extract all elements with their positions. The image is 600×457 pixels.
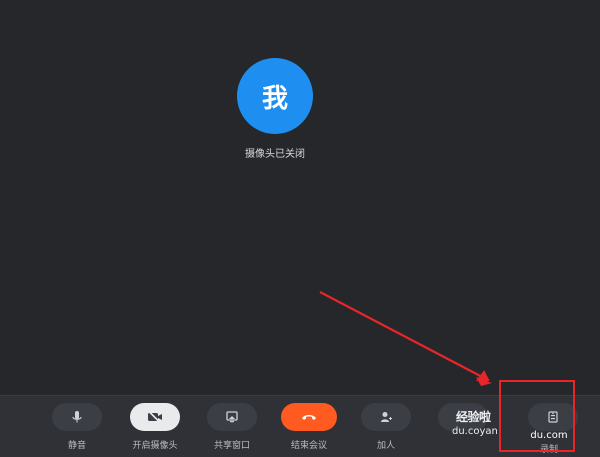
add-person-icon <box>381 412 392 422</box>
watermark-left-domain: du.coyan <box>452 426 498 437</box>
share-window-button[interactable]: 共享窗口 <box>197 403 267 455</box>
add-person-label: 加人 <box>376 441 395 451</box>
microphone-icon <box>72 411 82 423</box>
self-avatar: 我 <box>237 58 313 134</box>
open-camera-button[interactable]: 开启摄像头 <box>120 403 190 455</box>
mute-label: 静音 <box>67 441 86 451</box>
open-camera-label: 开启摄像头 <box>132 441 178 451</box>
share-window-label: 共享窗口 <box>213 441 250 451</box>
camera-off-icon <box>148 410 162 424</box>
end-meeting-label: 结束会议 <box>290 441 327 451</box>
mute-button[interactable]: 静音 <box>42 403 112 455</box>
end-meeting-button[interactable]: 结束会议 <box>274 403 344 455</box>
end-meeting-pill[interactable] <box>281 403 337 431</box>
video-stage: 我 摄像头已关闭 <box>0 0 600 395</box>
add-person-pill[interactable] <box>361 403 411 431</box>
open-camera-pill[interactable] <box>130 403 180 431</box>
share-window-pill[interactable] <box>207 403 257 431</box>
hang-up-icon <box>302 415 316 420</box>
add-person-button[interactable]: 加人 <box>351 403 421 455</box>
watermark-top-text: 经验啦 <box>456 410 491 424</box>
mute-pill[interactable] <box>52 403 102 431</box>
record-highlight-box <box>499 380 575 452</box>
camera-status: 摄像头已关闭 <box>245 149 305 160</box>
share-screen-icon <box>226 411 238 423</box>
